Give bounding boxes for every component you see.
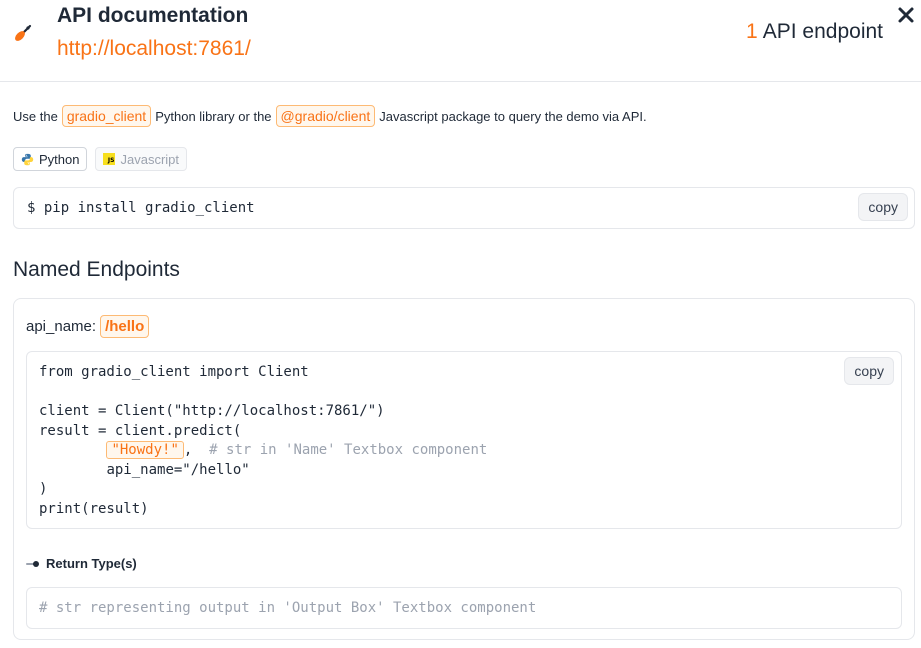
page-title: API documentation [57,4,249,27]
code-line: print(result) [39,500,149,517]
arg-value: "Howdy!" [106,441,184,459]
install-command: $ pip install gradio_client [27,200,255,216]
return-type-toggle[interactable]: Return Type(s) [26,556,137,571]
code-line: client = Client("http://localhost:7861/"… [39,403,385,419]
intro-prefix: Use the [13,108,58,124]
copy-install-button[interactable]: copy [858,193,908,221]
endpoint-count-label: API endpoint [762,20,883,43]
python-icon [21,153,34,165]
server-url: http://localhost:7861/ [57,37,251,60]
code-line: ) [39,481,48,497]
api-docs-header: API documentation http://localhost:7861/… [0,0,921,82]
language-tabs: Python JS Javascript [13,147,188,171]
api-name-value: /hello [100,315,150,338]
intro-suffix: Javascript package to query the demo via… [379,108,647,124]
tab-javascript-label: Javascript [120,151,180,167]
code-line: api_name="/hello" [106,461,250,478]
intro-middle: Python library or the [155,108,272,124]
gradio-logo-icon [15,24,32,41]
code-snippet-box: copy from gradio_client import Client cl… [26,351,902,529]
javascript-icon: JS [103,153,116,165]
copy-code-button[interactable]: copy [844,357,894,385]
intro-text: Use the gradio_client Python library or … [13,105,647,127]
endpoint-count-number: 1 [746,20,758,43]
api-name-row: api_name: /hello [26,315,150,338]
endpoint-panel: api_name: /hello copy from gradio_client… [13,298,915,640]
code-line-apiname: api_name="/hello" [39,461,487,481]
tab-python[interactable]: Python [13,147,88,171]
tab-python-label: Python [39,151,80,167]
return-type-label: Return Type(s) [46,556,137,571]
code-snippet: from gradio_client import Client client … [39,363,487,519]
js-lib-link[interactable]: @gradio/client [275,105,376,127]
arg-comment: # str in 'Name' Textbox component [209,442,488,458]
tab-javascript[interactable]: JS Javascript [95,147,188,171]
api-name-label: api_name: [26,318,97,335]
named-endpoints-heading: Named Endpoints [13,258,180,281]
return-type-comment: # str representing output in 'Output Box… [39,600,537,616]
endpoint-count: 1 API endpoint [746,20,883,44]
install-command-box: $ pip install gradio_client copy [13,187,915,229]
python-lib-link[interactable]: gradio_client [61,105,152,127]
code-line-arg: "Howdy!", # str in 'Name' Textbox compon… [39,441,487,461]
close-icon[interactable] [897,6,915,24]
code-line: from gradio_client import Client [39,364,309,380]
return-type-box: # str representing output in 'Output Box… [26,587,902,629]
toggle-dot-icon [26,560,39,567]
code-line: result = client.predict( [39,422,242,439]
